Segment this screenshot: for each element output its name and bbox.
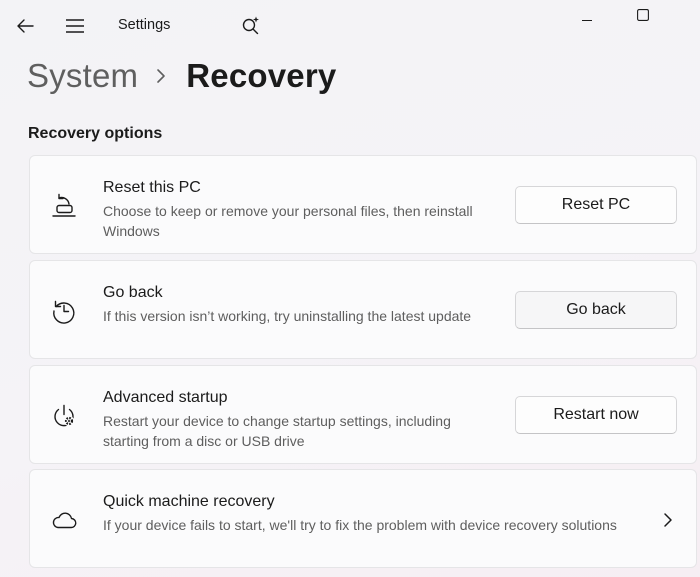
app-title: Settings [118,17,171,33]
card-description: Choose to keep or remove your personal f… [103,203,473,239]
breadcrumb-chevron-icon [156,68,166,84]
card-title: Reset this PC [103,179,201,196]
chevron-right-icon[interactable] [658,510,678,530]
page-title: Recovery [186,57,337,94]
maximize-button[interactable] [618,0,668,30]
breadcrumb: System Recovery [27,54,336,98]
go-back-button[interactable]: Go back [515,291,677,329]
minimize-icon [582,20,592,21]
card-reset-this-pc: Reset this PC Choose to keep or remove y… [29,155,697,254]
section-title-recovery-options: Recovery options [28,125,163,142]
history-icon [50,297,78,325]
card-title: Go back [103,284,163,301]
title-bar: Settings [0,0,700,50]
card-advanced-startup: Advanced startup Restart your device to … [29,365,697,464]
power-settings-icon [50,402,78,430]
card-description: If your device fails to start, we'll try… [103,517,617,533]
minimize-button[interactable] [562,0,612,30]
cloud-icon [50,506,78,534]
card-quick-machine-recovery[interactable]: Quick machine recovery If your device fa… [29,469,697,568]
breadcrumb-system[interactable]: System [27,57,138,95]
maximize-icon [637,9,649,21]
card-go-back: Go back If this version isn’t working, t… [29,260,697,359]
hamburger-menu-icon [66,19,84,33]
navigation-menu-button[interactable] [58,10,92,42]
card-title: Advanced startup [103,389,228,406]
search-sparkle-icon [242,16,259,35]
card-description: Restart your device to change startup se… [103,413,451,449]
reset-pc-button[interactable]: Reset PC [515,186,677,224]
restart-now-button[interactable]: Restart now [515,396,677,434]
card-title: Quick machine recovery [103,493,275,510]
reset-pc-icon [50,192,78,220]
back-arrow-icon [17,19,34,33]
search-button[interactable] [234,9,268,41]
back-button[interactable] [8,10,42,42]
card-description: If this version isn’t working, try unins… [103,308,472,324]
